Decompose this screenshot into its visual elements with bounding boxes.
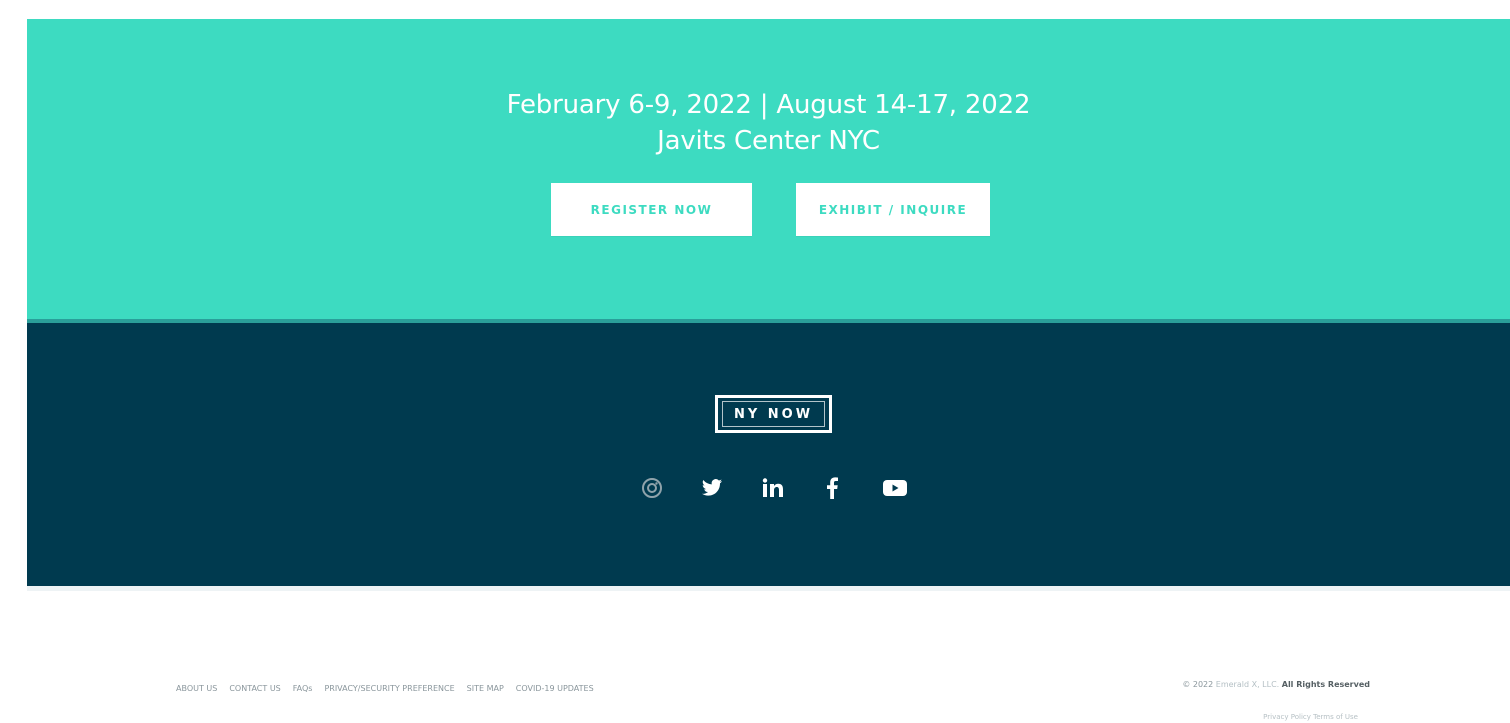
- legal-links[interactable]: Privacy Policy Terms of Use: [1263, 713, 1358, 721]
- page: February 6-9, 2022 | August 14-17, 2022 …: [0, 0, 1510, 723]
- linkedin-icon[interactable]: [758, 473, 788, 503]
- event-promo-banner: February 6-9, 2022 | August 14-17, 2022 …: [27, 19, 1510, 319]
- footer-link-faqs[interactable]: FAQs: [293, 684, 313, 693]
- footer-link-covid[interactable]: COVID-19 UPDATES: [516, 684, 594, 693]
- footer-link-privacy-preference[interactable]: PRIVACY/SECURITY PREFERENCE: [324, 684, 454, 693]
- nynow-logo-text: NY NOW: [722, 401, 825, 427]
- copyright-rights: All Rights Reserved: [1281, 680, 1370, 689]
- exhibit-inquire-button[interactable]: EXHIBIT / INQUIRE: [796, 183, 990, 236]
- event-dates: February 6-9, 2022 | August 14-17, 2022: [506, 90, 1031, 120]
- footer-link-contact[interactable]: CONTACT US: [229, 684, 280, 693]
- instagram-icon[interactable]: [637, 473, 667, 503]
- copyright-text: © 2022 Emerald X, LLC. All Rights Reserv…: [1182, 680, 1370, 689]
- footer-brand-section: NY NOW: [27, 323, 1510, 586]
- event-venue: Javits Center NYC: [657, 126, 880, 156]
- register-now-button[interactable]: REGISTER NOW: [551, 183, 752, 236]
- copyright-company-link[interactable]: Emerald X, LLC.: [1216, 680, 1279, 689]
- youtube-icon[interactable]: [880, 473, 910, 503]
- footer-links: ABOUT US CONTACT US FAQs PRIVACY/SECURIT…: [176, 680, 594, 696]
- copyright-prefix: © 2022: [1182, 680, 1214, 689]
- nynow-logo[interactable]: NY NOW: [715, 395, 832, 433]
- footer-divider: [27, 586, 1510, 591]
- twitter-icon[interactable]: [697, 473, 727, 503]
- social-links: [27, 473, 1510, 503]
- facebook-icon[interactable]: [817, 473, 847, 503]
- footer-link-about[interactable]: ABOUT US: [176, 684, 217, 693]
- footer-link-sitemap[interactable]: SITE MAP: [467, 684, 504, 693]
